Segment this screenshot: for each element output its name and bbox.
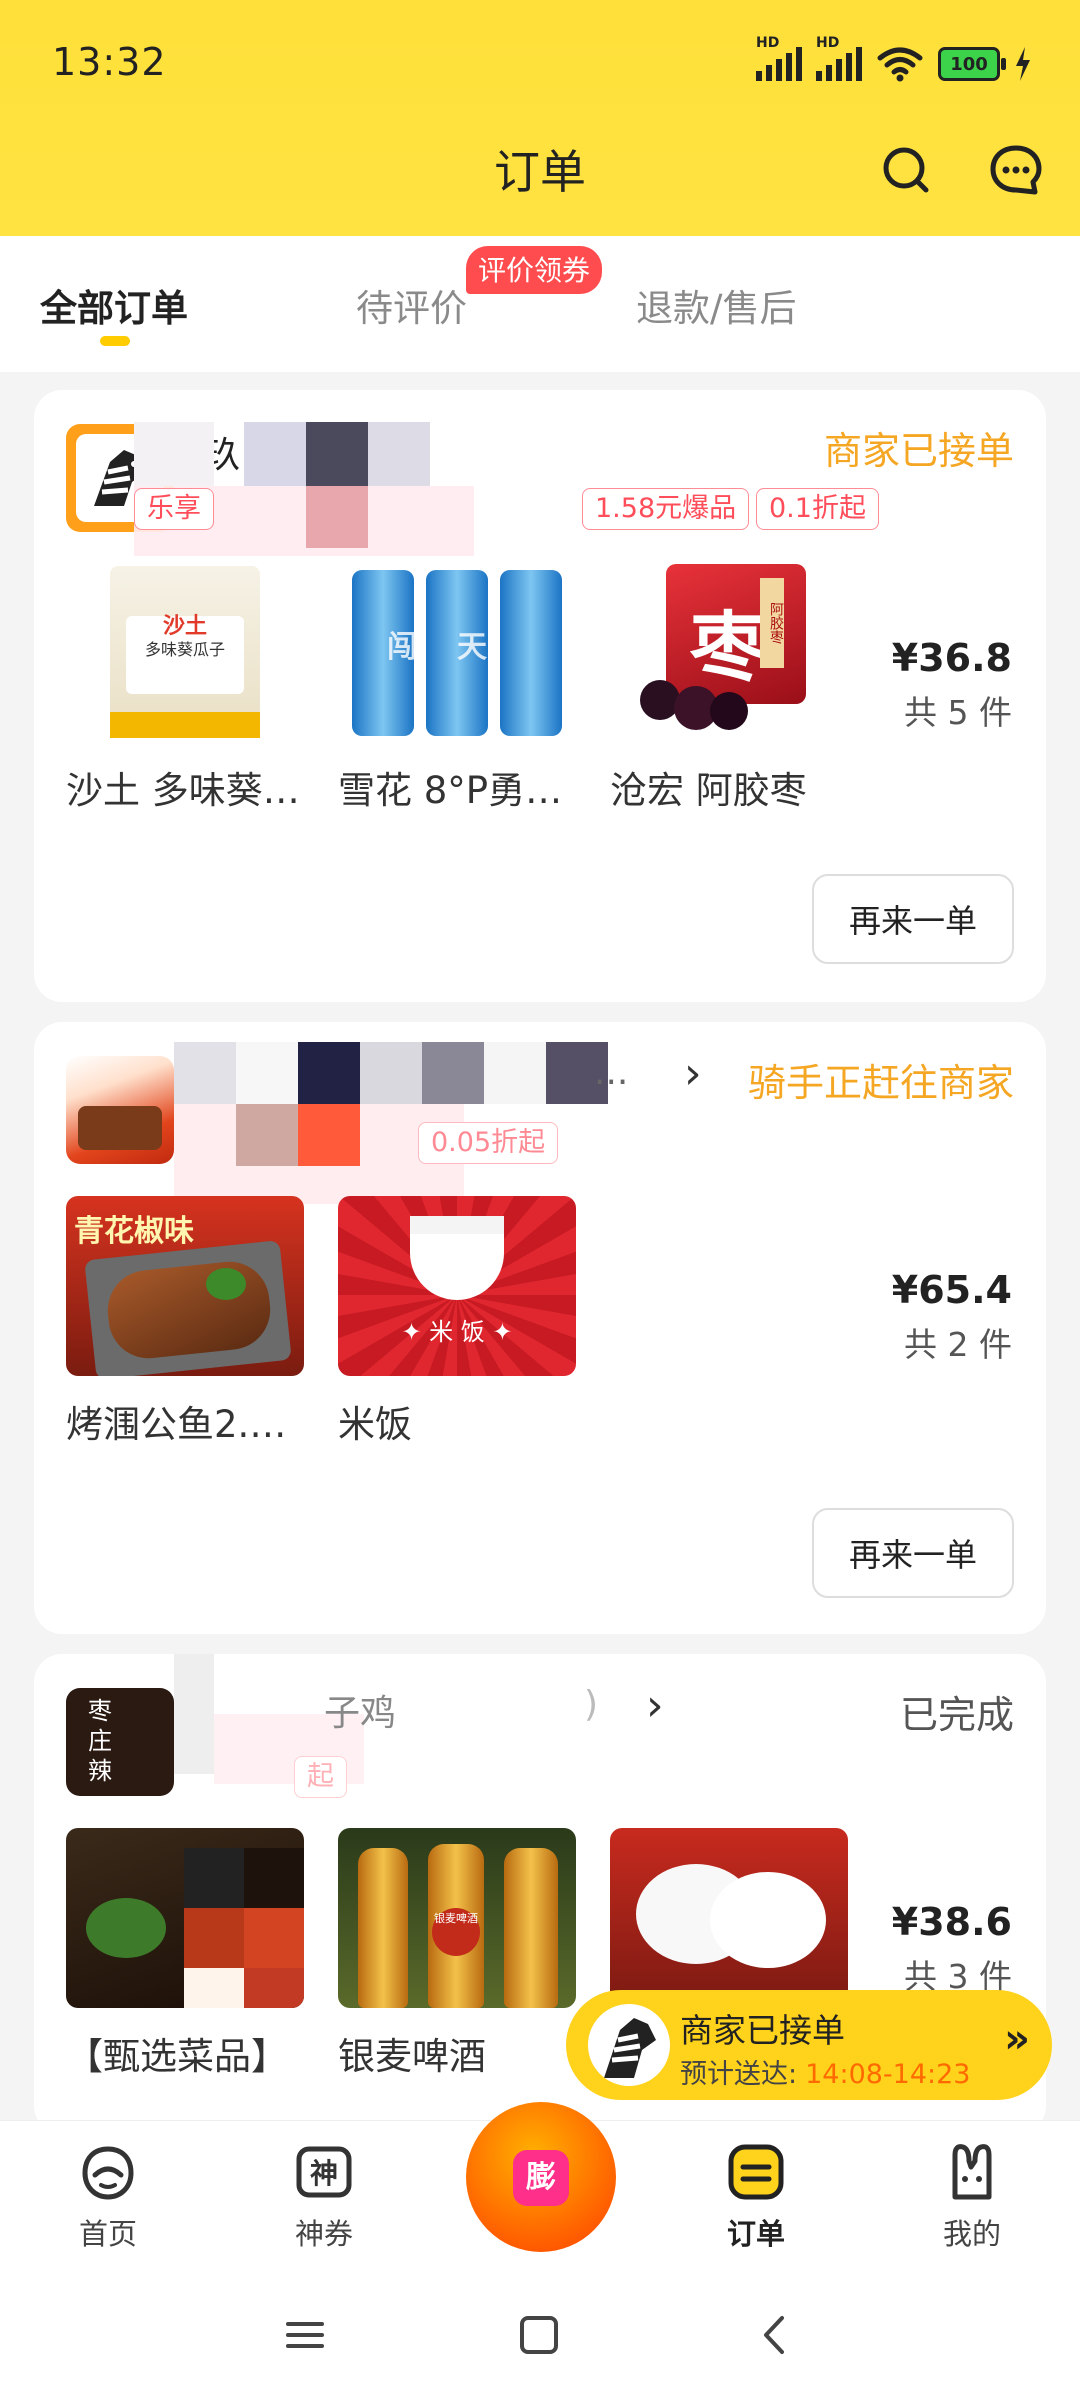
chevron-right-icon[interactable]: › (684, 1048, 702, 1099)
order-price: ¥65.4 (891, 1268, 1012, 1312)
bag-icon: 膨 (513, 2150, 569, 2206)
review-coupon-badge: 评价领券 (466, 246, 603, 294)
promo-tag: 0.1折起 (756, 488, 879, 530)
tab-all-orders[interactable]: 全部订单 (40, 278, 188, 332)
promo-tag: 1.58元爆品 (582, 488, 750, 530)
order-quantity: 共 2 件 (904, 1325, 1012, 1364)
signal-icon-2: HD (816, 35, 862, 81)
nav-coupons[interactable]: 神 神券 (264, 2141, 384, 2253)
menu-icon[interactable] (280, 2310, 330, 2360)
search-icon[interactable] (878, 142, 934, 198)
blurred-shop-name (134, 1042, 654, 1212)
product-image: 沙土 多味葵瓜子 (66, 562, 304, 742)
nav-label: 我的 (942, 2217, 1001, 2251)
order-quantity: 共 5 件 (904, 693, 1012, 732)
shop-name[interactable]: ... (594, 1052, 628, 1093)
nav-orders[interactable]: 订单 (696, 2141, 816, 2253)
promo-tag: 起 (294, 1756, 347, 1798)
home-square-icon[interactable] (514, 2310, 564, 2360)
order-item[interactable]: 沙土多味葵瓜子 沙土 多味葵瓜子 (66, 562, 304, 814)
order-status: 骑手正赶往商家 (747, 1061, 1014, 1105)
center-feature-button[interactable]: 膨 (466, 2102, 616, 2252)
item-name: 银麦啤酒 (338, 2035, 486, 2078)
product-image (610, 1828, 848, 2008)
status-time: 13:32 (52, 40, 167, 84)
item-name: 沧宏 阿胶枣 (610, 769, 807, 812)
status-bar: 13:32 HD HD 100 (0, 0, 1080, 130)
back-icon[interactable] (750, 2310, 800, 2360)
charging-icon (1016, 47, 1030, 81)
shop-name[interactable]: 子鸡 (324, 1684, 396, 1736)
system-nav-bar (0, 2270, 1080, 2400)
tab-refund[interactable]: 退款/售后 (636, 278, 796, 332)
battery-icon: 100 (938, 47, 1006, 81)
shop-name-suffix: ) (584, 1684, 599, 1725)
item-name: 沙土 多味葵瓜子 (66, 769, 304, 812)
product-image: 银麦啤酒 (338, 1828, 576, 2008)
promo-tag: 0.05折起 (418, 1122, 559, 1164)
product-image: 青花椒味 (66, 1196, 304, 1376)
order-item[interactable]: 枣 阿胶枣 沧宏 阿胶枣 (610, 562, 848, 814)
delivery-status-banner[interactable]: 商家已接单 预计送达: 14:08-14:23 » (566, 1990, 1052, 2100)
header-area: 13:32 HD HD 100 订单 (0, 0, 1080, 236)
orders-icon (728, 2144, 784, 2200)
order-item[interactable]: 闯天 雪花 8°P勇闯天涯 (338, 562, 576, 814)
delivery-status-title: 商家已接单 (680, 2011, 845, 2050)
order-price: ¥36.8 (891, 636, 1012, 680)
home-icon (82, 2146, 134, 2200)
item-name: 米饭 (338, 1403, 412, 1446)
svg-text:神: 神 (310, 2158, 338, 2189)
double-chevron-right-icon[interactable]: » (1004, 2016, 1030, 2062)
nav-label: 首页 (78, 2217, 137, 2251)
nav-profile[interactable]: 我的 (912, 2141, 1032, 2253)
reorder-button[interactable]: 再来一单 (812, 874, 1014, 964)
product-image: 枣 阿胶枣 (610, 562, 848, 742)
order-item[interactable]: 【甄选菜品】 (66, 1828, 304, 2080)
shop-logo[interactable]: 枣庄辣 (66, 1688, 174, 1796)
nav-label: 订单 (726, 2217, 785, 2251)
product-image (66, 1828, 304, 2008)
order-card[interactable]: 玖 乐享 1.58元爆品 0.1折起 商家已接单 沙土 多味葵瓜子 沙土 多味葵瓜… (34, 390, 1046, 1002)
reorder-button[interactable]: 再来一单 (812, 1508, 1014, 1598)
product-image: ✦ 米 饭 ✦ (338, 1196, 576, 1376)
order-status: 已完成 (899, 1693, 1014, 1737)
zebra-logo-icon (588, 2004, 670, 2086)
item-name: 烤涠公鱼2.5斤 (66, 1403, 304, 1446)
promo-tag: 乐享 (134, 488, 214, 530)
title-bar: 订单 (0, 130, 1080, 236)
wifi-icon (877, 47, 923, 82)
item-name: 雪花 8°P勇闯天涯 (338, 769, 576, 812)
signal-icon: HD (756, 35, 802, 81)
order-status: 商家已接单 (823, 429, 1014, 473)
product-image: 闯天 (338, 562, 576, 742)
order-card[interactable]: ... › 0.05折起 骑手正赶往商家 青花椒味 烤涠公鱼2.5斤 ✦ 米 饭… (34, 1022, 1046, 1634)
delivery-eta: 预计送达: 14:08-14:23 (680, 2059, 971, 2090)
chevron-right-icon[interactable]: › (646, 1680, 664, 1731)
order-price: ¥38.6 (891, 1900, 1012, 1944)
nav-home[interactable]: 首页 (48, 2141, 168, 2253)
order-item[interactable]: 银麦啤酒 银麦啤酒 (338, 1828, 576, 2080)
rabbit-icon (952, 2144, 992, 2200)
coupon-icon: 神 (296, 2146, 352, 2198)
status-icons: HD HD 100 (756, 35, 1032, 86)
order-tabs: 全部订单 待评价 评价领券 退款/售后 (0, 236, 1080, 372)
tab-to-review[interactable]: 待评价 (356, 278, 467, 332)
nav-label: 神券 (294, 2217, 353, 2251)
item-name: 【甄选菜品】 (66, 2035, 288, 2078)
message-icon[interactable] (988, 142, 1044, 198)
order-item[interactable]: ✦ 米 饭 ✦ 米饭 (338, 1196, 576, 1448)
order-item[interactable]: 青花椒味 烤涠公鱼2.5斤 (66, 1196, 304, 1448)
tab-indicator (100, 336, 130, 346)
